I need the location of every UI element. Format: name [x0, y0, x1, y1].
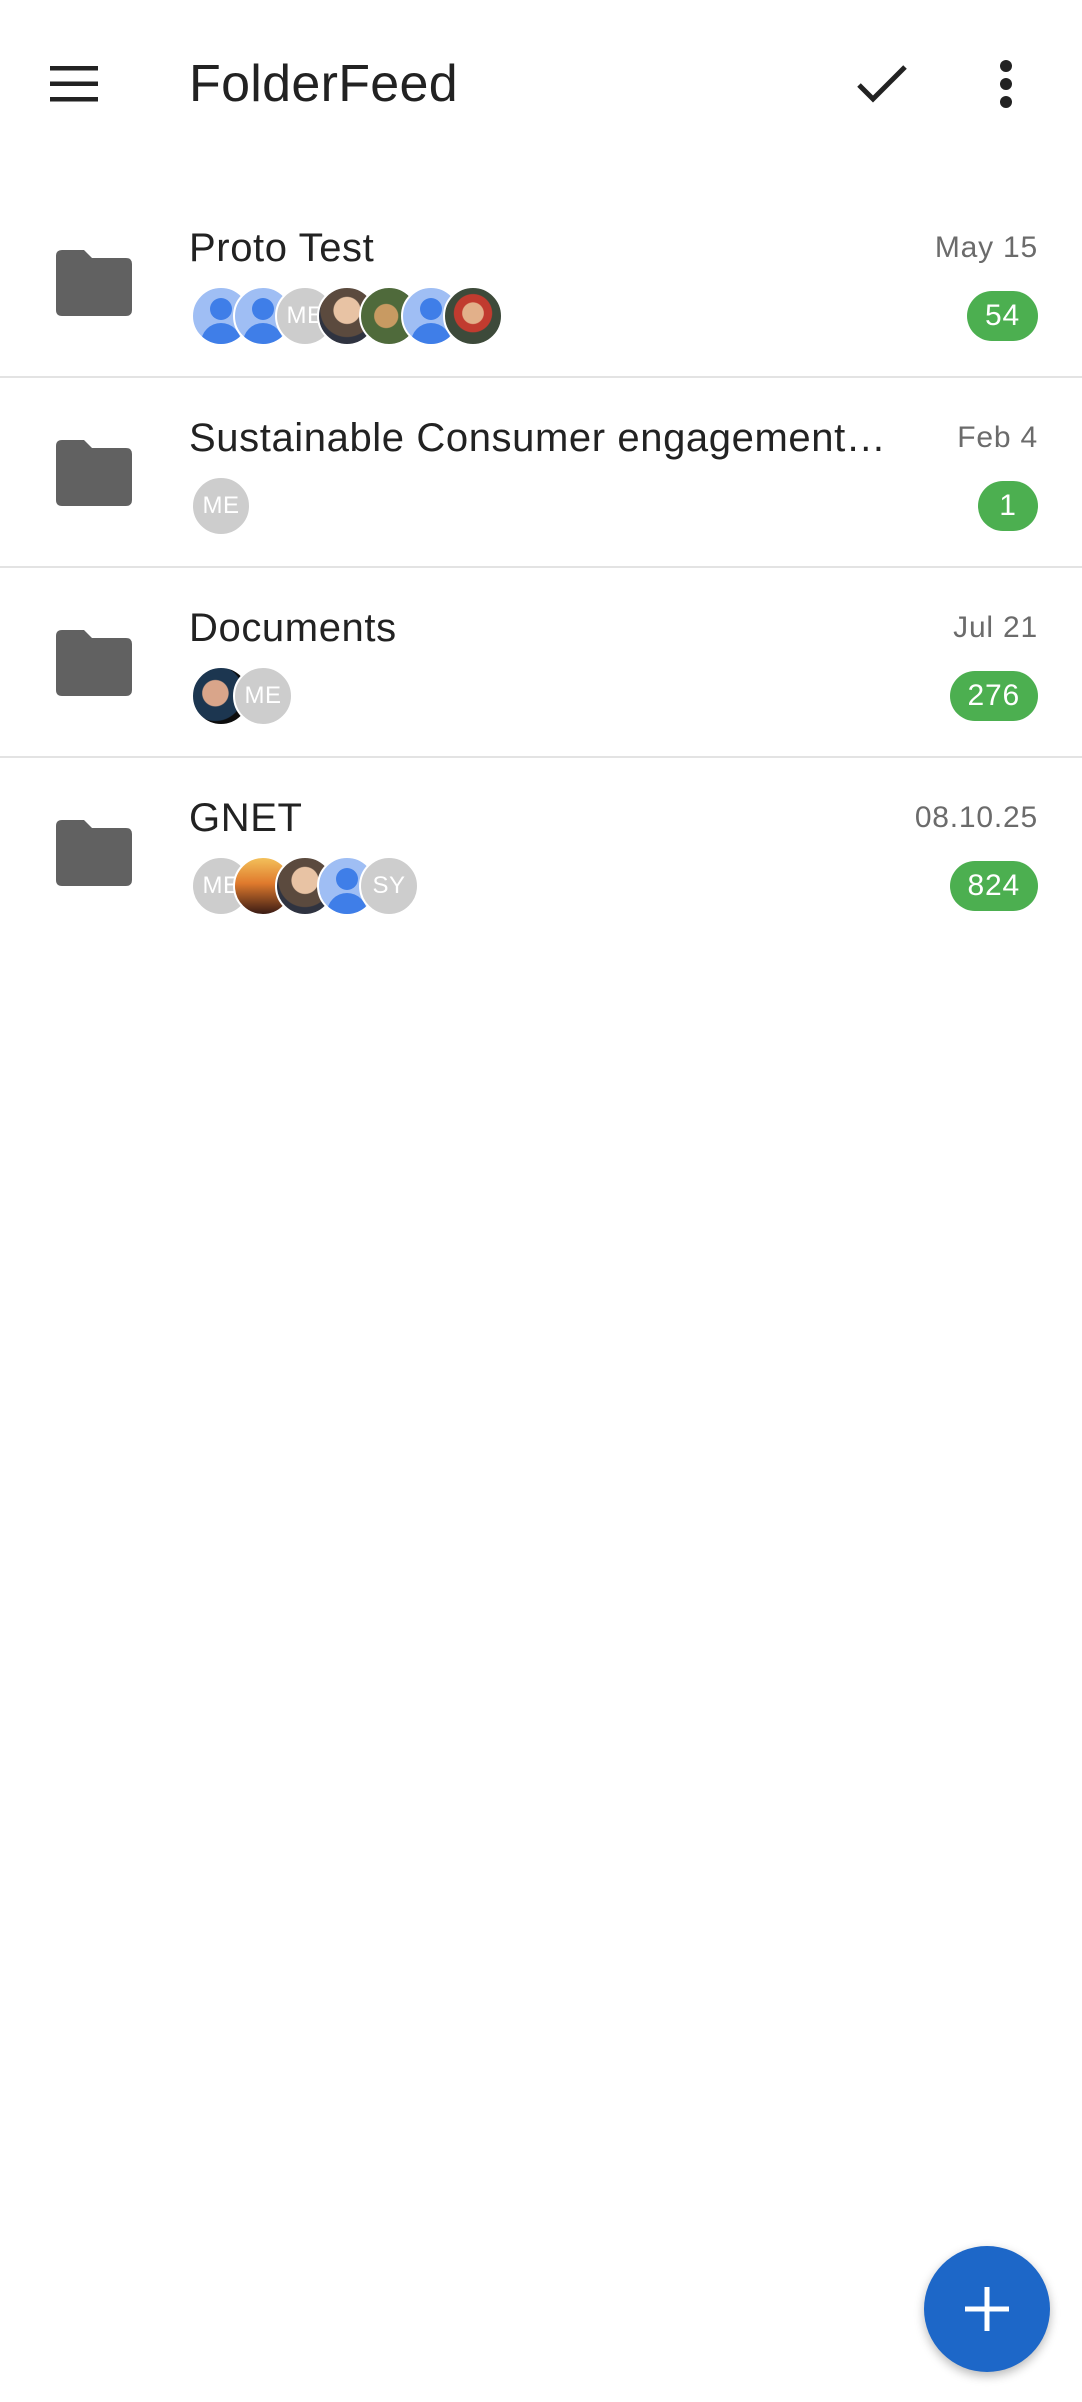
avatar: SY: [359, 856, 419, 916]
menu-button[interactable]: [26, 36, 122, 132]
menu-icon: [50, 66, 98, 102]
member-avatars: ME SY: [191, 856, 419, 916]
folder-list: Proto Test May 15 54 ME Sustainable Cons…: [0, 188, 1082, 948]
unread-count-badge: 1: [978, 481, 1038, 531]
folder-row[interactable]: Documents Jul 21 276 ME: [0, 568, 1082, 758]
add-icon: [965, 2287, 1009, 2331]
folder-name: GNET: [189, 796, 303, 840]
folder-date: May 15: [934, 231, 1038, 264]
member-avatars: ME: [191, 666, 293, 726]
folder-date: 08.10.25: [914, 801, 1038, 834]
folder-row[interactable]: Proto Test May 15 54 ME: [0, 188, 1082, 378]
more-vert-icon: [1000, 60, 1012, 108]
select-check-button[interactable]: [834, 36, 930, 132]
app-bar: FolderFeed: [0, 0, 1082, 170]
folder-date: Feb 4: [957, 421, 1038, 454]
folder-icon: [56, 250, 132, 316]
unread-count-badge: 824: [949, 861, 1038, 911]
folder-name: Proto Test: [189, 226, 375, 270]
unread-count-badge: 54: [967, 291, 1038, 341]
folder-icon: [56, 820, 132, 886]
folder-icon: [56, 440, 132, 506]
more-options-button[interactable]: [958, 36, 1054, 132]
check-icon: [857, 65, 907, 103]
folder-row[interactable]: GNET 08.10.25 824 ME SY: [0, 758, 1082, 948]
folder-name: Sustainable Consumer engagement…: [189, 416, 887, 460]
member-avatars: ME: [191, 286, 503, 346]
folder-icon: [56, 630, 132, 696]
folder-name: Documents: [189, 606, 397, 650]
folder-row[interactable]: Sustainable Consumer engagement… Feb 4 1…: [0, 378, 1082, 568]
avatar: ME: [233, 666, 293, 726]
add-folder-button[interactable]: [924, 2246, 1050, 2372]
folder-date: Jul 21: [953, 611, 1038, 644]
app-title: FolderFeed: [189, 55, 458, 113]
avatar: [443, 286, 503, 346]
unread-count-badge: 276: [949, 671, 1038, 721]
avatar: ME: [191, 476, 251, 536]
member-avatars: ME: [191, 476, 251, 536]
